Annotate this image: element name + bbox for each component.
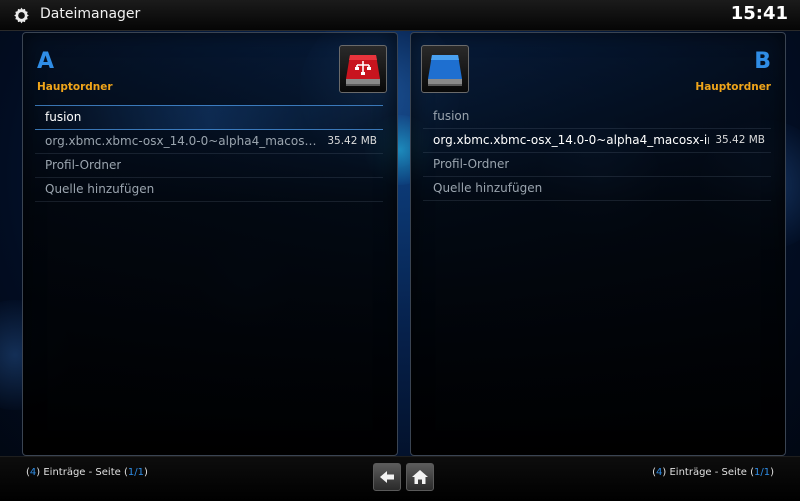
status-text-a: Einträge - Seite bbox=[40, 467, 124, 478]
item-count-b: 4 bbox=[656, 467, 663, 478]
panel-letter-a: A bbox=[37, 49, 55, 74]
back-button[interactable] bbox=[373, 463, 401, 491]
item-name: fusion bbox=[433, 109, 470, 123]
blue-hard-drive-icon bbox=[428, 55, 462, 86]
page-indicator-b: 1/1 bbox=[754, 467, 771, 478]
drive-icon-box-a bbox=[339, 45, 387, 93]
item-name: Quelle hinzufügen bbox=[45, 182, 155, 196]
bottom-bar: (4) Einträge - Seite (1/1) (4) Einträge … bbox=[0, 456, 800, 501]
status-text-b: Einträge - Seite bbox=[666, 467, 751, 478]
back-arrow-icon bbox=[380, 471, 394, 483]
folder-label-a: Hauptordner bbox=[37, 81, 113, 93]
top-bar: Dateimanager 15:41 bbox=[0, 0, 800, 31]
panel-letter-b: B bbox=[754, 49, 771, 74]
settings-gear-icon bbox=[14, 7, 29, 24]
file-list-a: fusion org.xbmc.xbmc-osx_14.0-0~alpha4_m… bbox=[35, 105, 383, 202]
status-a: (4) Einträge - Seite (1/1) bbox=[26, 467, 148, 478]
file-panel-a[interactable]: A Hauptordner fusion org.xbmc.xbmc-osx_1… bbox=[22, 32, 398, 456]
item-name: Profil-Ordner bbox=[433, 157, 510, 171]
list-item[interactable]: fusion bbox=[35, 105, 383, 130]
home-button[interactable] bbox=[406, 463, 434, 491]
folder-label-b: Hauptordner bbox=[695, 81, 771, 93]
list-item[interactable]: Profil-Ordner bbox=[423, 153, 771, 177]
item-size: 35.42 MB bbox=[327, 135, 377, 147]
red-hard-drive-icon bbox=[346, 55, 380, 86]
list-item[interactable]: Quelle hinzufügen bbox=[35, 178, 383, 202]
list-item[interactable]: fusion bbox=[423, 105, 771, 129]
list-item[interactable]: Profil-Ordner bbox=[35, 154, 383, 178]
list-item[interactable]: org.xbmc.xbmc-osx_14.0-0~alpha4_macosx-i… bbox=[35, 130, 383, 154]
item-count-a: 4 bbox=[29, 467, 37, 478]
home-icon bbox=[412, 470, 428, 484]
item-name: fusion bbox=[45, 110, 82, 124]
status-b: (4) Einträge - Seite (1/1) bbox=[652, 467, 774, 478]
page-indicator-a: 1/1 bbox=[127, 467, 144, 478]
list-item[interactable]: org.xbmc.xbmc-osx_14.0-0~alpha4_macosx-i… bbox=[423, 129, 771, 153]
item-name: org.xbmc.xbmc-osx_14.0-0~alpha4_macosx-i… bbox=[433, 133, 709, 147]
item-name: org.xbmc.xbmc-osx_14.0-0~alpha4_macosx-i… bbox=[45, 134, 320, 148]
item-name: Profil-Ordner bbox=[45, 158, 122, 172]
clock: 15:41 bbox=[730, 3, 788, 24]
window-title: Dateimanager bbox=[40, 6, 141, 22]
item-name: Quelle hinzufügen bbox=[433, 181, 543, 195]
list-item[interactable]: Quelle hinzufügen bbox=[423, 177, 771, 201]
drive-icon-box-b bbox=[421, 45, 469, 93]
file-panel-b[interactable]: B Hauptordner fusion org.xbmc.xbmc-osx_1… bbox=[410, 32, 786, 456]
item-size: 35.42 MB bbox=[715, 134, 765, 146]
file-list-b: fusion org.xbmc.xbmc-osx_14.0-0~alpha4_m… bbox=[423, 105, 771, 201]
